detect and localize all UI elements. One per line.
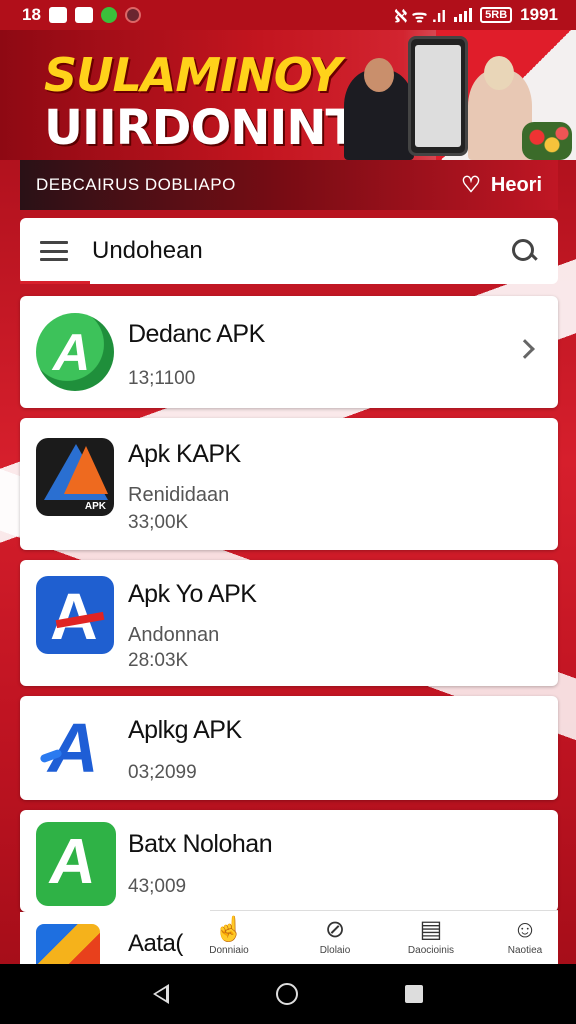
chevron-right-icon[interactable] — [515, 339, 535, 359]
system-nav-bar — [0, 964, 576, 1024]
person-icon: ☺ — [512, 916, 538, 943]
list-item[interactable]: APK Apk KAPK Renididaan 33;00K — [20, 418, 558, 550]
home-icon[interactable] — [275, 983, 298, 1005]
phone-image — [408, 36, 468, 156]
green-a-icon: A — [36, 822, 116, 906]
active-tab-indicator — [20, 281, 90, 284]
list-item[interactable]: A Batx Nolohan 43;009 — [20, 810, 558, 912]
category-bar-text: DEBCAIRUS DOBLIAPO — [36, 175, 236, 194]
message-icon — [74, 7, 93, 23]
promo-banner[interactable]: SULAMINOY UIIRDONINTA — [0, 30, 576, 160]
battery-icon: 5RB — [480, 7, 513, 23]
person-image-man — [344, 58, 414, 160]
banner-title-line2: UIIRDONINTA — [44, 100, 391, 156]
banner-title-line1: SULAMINOY — [44, 48, 342, 102]
recent-apps-icon[interactable] — [404, 985, 423, 1003]
app-subtitle: Renididaan — [128, 484, 230, 506]
camera-icon — [124, 7, 141, 23]
tab-label: Naotiea — [507, 945, 543, 956]
favorites-label: Heori — [490, 173, 542, 196]
app-name: Aata( — [128, 930, 183, 957]
orange-blue-a-icon: APK — [36, 438, 114, 516]
tab-explore[interactable]: ⊘ Dlolaio — [290, 915, 380, 956]
category-bar: DEBCAIRUS DOBLIAPO ♡ Heori — [20, 160, 558, 210]
signal-icon — [454, 8, 473, 22]
tab-downloads[interactable]: ☝ Donniaio — [184, 915, 274, 956]
app-size: 13;1100 — [128, 368, 196, 389]
tab-label: Daocioinis — [407, 945, 455, 956]
back-icon[interactable] — [153, 984, 170, 1004]
app-size: 03;2099 — [128, 762, 197, 783]
search-header: Undohean — [20, 218, 558, 284]
app-name: Batx Nolohan — [128, 830, 273, 858]
favorites-button[interactable]: ♡ Heori — [461, 172, 542, 198]
notification-icon — [48, 7, 67, 23]
hand-icon: ☝ — [214, 916, 244, 943]
list-item[interactable]: A Dedanc APK 13;1100 — [20, 296, 558, 408]
list-item[interactable]: A Aplkg APK 03;2099 — [20, 696, 558, 800]
app-name: Dedanc APK — [128, 320, 265, 348]
status-time: 18 — [22, 5, 41, 24]
bottom-tab-bar: ☝ Donniaio ⊘ Dlolaio ▤ Daocioinis ☺ Naot… — [209, 910, 558, 964]
list-box-icon: ▤ — [419, 916, 443, 943]
tab-label: Dlolaio — [319, 945, 351, 956]
list-item[interactable]: A Apk Yo APK Andonnan 28:03K — [20, 560, 558, 686]
tab-categories[interactable]: ▤ Daocioinis — [386, 915, 476, 956]
tab-profile[interactable]: ☺ Naotiea — [480, 915, 570, 956]
list-item[interactable]: Aata( — [20, 912, 210, 964]
page-title: Undohean — [92, 237, 203, 264]
tab-label: Donniaio — [209, 945, 249, 956]
blue-a-icon: A — [36, 708, 114, 786]
menu-icon[interactable] — [40, 241, 68, 261]
app-name: Aplkg APK — [128, 716, 242, 744]
app-size: 33;00K — [128, 512, 189, 533]
green-play-icon: A — [36, 313, 114, 391]
status-clock: 1991 — [520, 5, 558, 24]
green-dot-icon — [100, 7, 117, 23]
apk-tag: APK — [84, 501, 106, 512]
app-subtitle: Andonnan — [128, 624, 220, 646]
status-bar: 18 ℵ ᯤ .ıl 5RB 1991 — [0, 0, 576, 30]
app-name: Apk Yo APK — [128, 580, 257, 608]
multicolor-icon — [36, 924, 100, 964]
app-size: 28:03K — [128, 650, 189, 671]
compass-icon: ⊘ — [324, 916, 346, 943]
app-size: 43;009 — [128, 876, 187, 897]
search-icon[interactable] — [510, 237, 538, 265]
status-signal-text: ℵ ᯤ .ıl — [394, 6, 447, 26]
app-name: Apk KAPK — [128, 440, 241, 468]
flowers-image — [522, 122, 572, 160]
heart-icon: ♡ — [461, 172, 481, 197]
blue-red-a-icon: A — [36, 576, 114, 654]
